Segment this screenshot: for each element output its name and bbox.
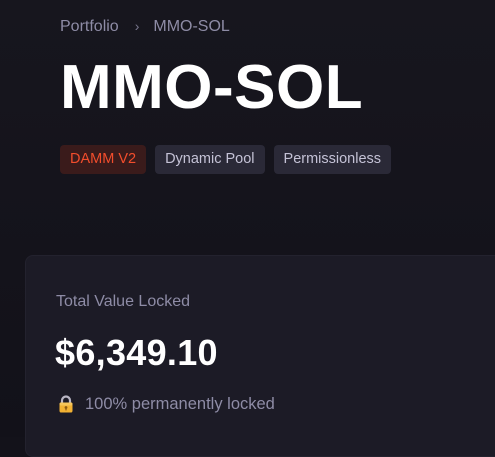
pool-page: Portfolio › MMO-SOL MMO-SOL DAMM V2 Dyna… [0, 0, 495, 457]
tag-dynamic-pool: Dynamic Pool [155, 145, 265, 174]
tvl-value: $6,349.10 [55, 332, 218, 373]
lock-status-text: 100% permanently locked [85, 394, 275, 413]
tag-permissionless: Permissionless [273, 145, 392, 174]
pool-tags: DAMM V2 Dynamic Pool Permissionless [60, 145, 392, 174]
page-title: MMO-SOL [60, 53, 364, 122]
chevron-right-icon: › [134, 18, 140, 34]
lock-status: 100% permanently locked [56, 394, 275, 414]
tag-damm-v2: DAMM V2 [60, 145, 147, 174]
tvl-label: Total Value Locked [56, 293, 191, 310]
breadcrumb-current-pool: MMO-SOL [153, 18, 230, 35]
tvl-card: Total Value Locked $6,349.10 100% perman… [25, 255, 495, 457]
breadcrumb: Portfolio › MMO-SOL [60, 16, 230, 38]
breadcrumb-portfolio-link[interactable]: Portfolio [60, 18, 119, 36]
lock-icon [59, 395, 73, 413]
